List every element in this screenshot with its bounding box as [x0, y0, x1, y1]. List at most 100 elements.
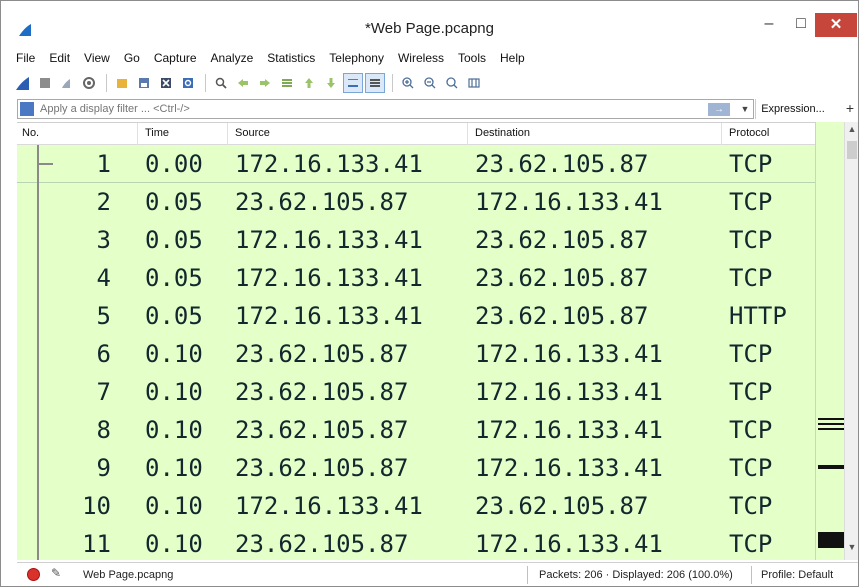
- apply-filter-icon[interactable]: →: [708, 103, 730, 116]
- colorize-icon[interactable]: [365, 73, 385, 93]
- minimap-marker: [818, 428, 844, 430]
- scroll-up-icon[interactable]: ▲: [845, 124, 859, 138]
- packet-time: 0.10: [145, 340, 203, 368]
- packet-row[interactable]: 10 0.10 172.16.133.41 23.62.105.87 TCP: [17, 487, 815, 525]
- edit-comment-icon[interactable]: ✎: [51, 566, 65, 580]
- packet-source: 172.16.133.41: [235, 492, 423, 520]
- chevron-down-icon[interactable]: ▼: [738, 101, 752, 117]
- toolbar-separator: [392, 74, 393, 92]
- column-divider[interactable]: [721, 123, 722, 145]
- packet-destination: 23.62.105.87: [475, 226, 649, 254]
- menu-wireless[interactable]: Wireless: [391, 51, 451, 65]
- bookmark-icon[interactable]: [20, 102, 34, 116]
- scroll-thumb[interactable]: [847, 141, 857, 159]
- packet-rows: 1 0.00 172.16.133.41 23.62.105.87 TCP 2 …: [17, 145, 815, 560]
- column-header-source[interactable]: Source: [235, 127, 270, 139]
- save-icon[interactable]: [134, 73, 154, 93]
- packet-no: 6: [96, 340, 111, 368]
- goto-packet-icon[interactable]: [277, 73, 297, 93]
- packet-source: 23.62.105.87: [235, 454, 409, 482]
- back-icon[interactable]: [233, 73, 253, 93]
- reload-icon[interactable]: [178, 73, 198, 93]
- packet-source: 23.62.105.87: [235, 530, 409, 558]
- menu-go[interactable]: Go: [117, 51, 147, 65]
- packet-row[interactable]: 1 0.00 172.16.133.41 23.62.105.87 TCP: [17, 145, 815, 183]
- column-divider[interactable]: [467, 123, 468, 145]
- close-file-icon[interactable]: [156, 73, 176, 93]
- display-filter-input[interactable]: [40, 101, 700, 117]
- packet-destination: 23.62.105.87: [475, 302, 649, 330]
- packet-row[interactable]: 2 0.05 23.62.105.87 172.16.133.41 TCP: [17, 183, 815, 221]
- packet-row[interactable]: 4 0.05 172.16.133.41 23.62.105.87 TCP: [17, 259, 815, 297]
- minimap-marker: [818, 418, 844, 420]
- packet-row[interactable]: 11 0.10 23.62.105.87 172.16.133.41 TCP: [17, 525, 815, 560]
- column-header-protocol[interactable]: Protocol: [729, 127, 769, 139]
- menu-telephony[interactable]: Telephony: [322, 51, 391, 65]
- menu-edit[interactable]: Edit: [42, 51, 77, 65]
- packet-protocol: TCP: [729, 492, 773, 520]
- menu-capture[interactable]: Capture: [147, 51, 204, 65]
- conversation-bracket-start: [37, 163, 53, 165]
- packet-destination: 172.16.133.41: [475, 416, 663, 444]
- packet-row[interactable]: 7 0.10 23.62.105.87 172.16.133.41 TCP: [17, 373, 815, 411]
- find-icon[interactable]: [211, 73, 231, 93]
- packet-source: 172.16.133.41: [235, 150, 423, 178]
- packet-time: 0.05: [145, 302, 203, 330]
- resize-columns-icon[interactable]: [464, 73, 484, 93]
- packet-time: 0.05: [145, 264, 203, 292]
- stop-icon[interactable]: [35, 73, 55, 93]
- packet-list: No. Time Source Destination Protocol 1 0…: [17, 122, 815, 560]
- column-header-time[interactable]: Time: [145, 127, 169, 139]
- column-header-no[interactable]: No.: [22, 127, 39, 139]
- packet-row[interactable]: 8 0.10 23.62.105.87 172.16.133.41 TCP: [17, 411, 815, 449]
- status-profile[interactable]: Profile: Default: [761, 569, 833, 581]
- add-filter-button[interactable]: +: [843, 99, 857, 119]
- close-button[interactable]: ✕: [815, 13, 857, 37]
- wireshark-window: *Web Page.pcapng – □ ✕ File Edit View Go…: [0, 0, 859, 587]
- packet-row[interactable]: 9 0.10 23.62.105.87 172.16.133.41 TCP: [17, 449, 815, 487]
- scroll-down-icon[interactable]: ▼: [845, 542, 859, 556]
- first-packet-icon[interactable]: [299, 73, 319, 93]
- normal-size-icon[interactable]: [442, 73, 462, 93]
- menu-statistics[interactable]: Statistics: [260, 51, 322, 65]
- menu-view[interactable]: View: [77, 51, 117, 65]
- open-icon[interactable]: [112, 73, 132, 93]
- last-packet-icon[interactable]: [321, 73, 341, 93]
- packet-protocol: TCP: [729, 378, 773, 406]
- packet-no: 2: [96, 188, 111, 216]
- options-icon[interactable]: [79, 73, 99, 93]
- main-toolbar: [1, 70, 858, 96]
- shark-fin-start-icon[interactable]: [13, 73, 33, 93]
- expert-info-icon[interactable]: [27, 568, 40, 581]
- maximize-button[interactable]: □: [787, 11, 815, 39]
- packet-time: 0.05: [145, 226, 203, 254]
- autoscroll-icon[interactable]: [343, 73, 363, 93]
- minimize-button[interactable]: –: [753, 11, 785, 39]
- menu-analyze[interactable]: Analyze: [204, 51, 261, 65]
- packet-protocol: TCP: [729, 454, 773, 482]
- packet-protocol: HTTP: [729, 302, 787, 330]
- packet-time: 0.10: [145, 416, 203, 444]
- restart-icon[interactable]: [57, 73, 77, 93]
- packet-protocol: TCP: [729, 530, 773, 558]
- packet-row[interactable]: 3 0.05 172.16.133.41 23.62.105.87 TCP: [17, 221, 815, 259]
- packet-row[interactable]: 6 0.10 23.62.105.87 172.16.133.41 TCP: [17, 335, 815, 373]
- packet-source: 172.16.133.41: [235, 226, 423, 254]
- expression-button[interactable]: Expression...: [755, 99, 830, 119]
- column-divider[interactable]: [227, 123, 228, 145]
- column-divider[interactable]: [137, 123, 138, 145]
- column-header-destination[interactable]: Destination: [475, 127, 530, 139]
- display-filter-field[interactable]: → ▼: [17, 99, 754, 119]
- forward-icon[interactable]: [255, 73, 275, 93]
- packet-row[interactable]: 5 0.05 172.16.133.41 23.62.105.87 HTTP: [17, 297, 815, 335]
- zoom-in-icon[interactable]: [398, 73, 418, 93]
- packet-time: 0.10: [145, 378, 203, 406]
- minimap-marker: [818, 423, 844, 425]
- status-bar: ✎ Web Page.pcapng Packets: 206 · Display…: [17, 562, 858, 586]
- menu-tools[interactable]: Tools: [451, 51, 493, 65]
- menu-file[interactable]: File: [9, 51, 42, 65]
- zoom-out-icon[interactable]: [420, 73, 440, 93]
- menu-help[interactable]: Help: [493, 51, 532, 65]
- packet-minimap[interactable]: [815, 122, 844, 560]
- vertical-scrollbar[interactable]: ▲ ▼: [844, 122, 858, 560]
